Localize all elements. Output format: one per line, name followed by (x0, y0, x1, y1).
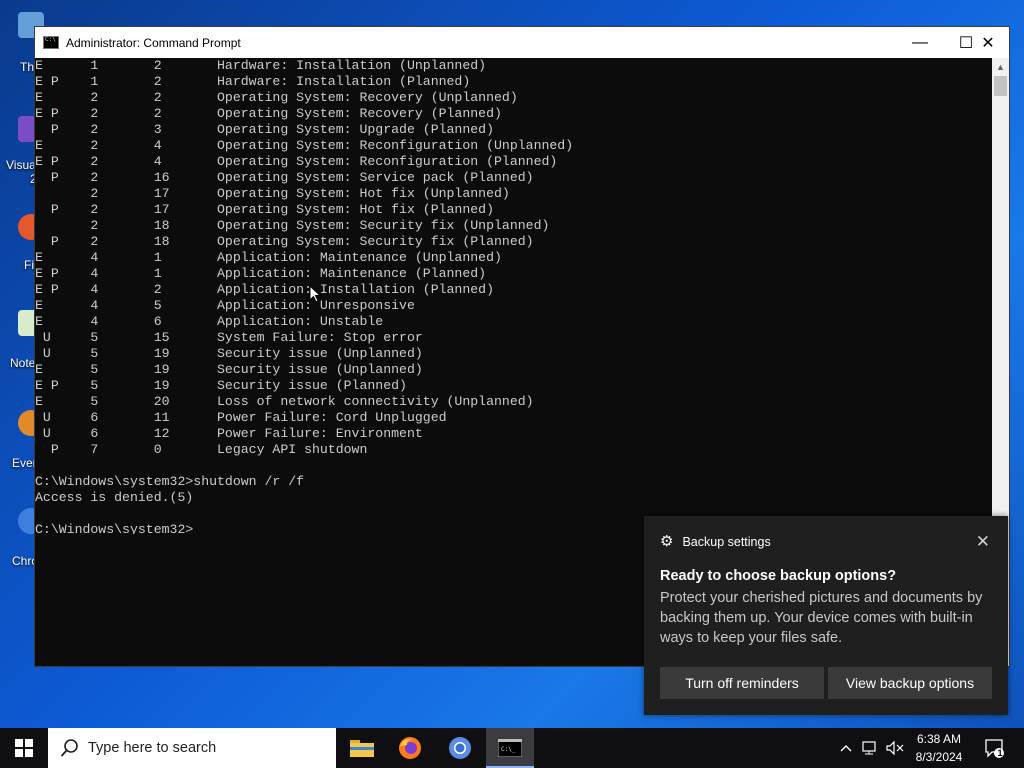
notification-badge: 1 (997, 748, 1003, 758)
backup-notification-toast[interactable]: ⚙ Backup settings ✕ Ready to choose back… (644, 516, 1008, 715)
search-placeholder: Type here to search (88, 740, 217, 756)
taskbar-chromium[interactable] (436, 728, 484, 768)
console-line: E P 2 4 Operating System: Reconfiguratio… (35, 154, 558, 169)
console-line: 2 18 Operating System: Security fix (Unp… (35, 218, 550, 233)
command-prompt-icon: C:\_ (498, 739, 522, 757)
action-center-button[interactable]: 1 (980, 728, 1008, 768)
console-line: E P 4 1 Application: Maintenance (Planne… (35, 266, 487, 281)
console-line: E 4 1 Application: Maintenance (Unplanne… (35, 250, 502, 265)
console-line: E 1 2 Hardware: Installation (Unplanned) (35, 58, 487, 73)
console-line: P 7 0 Legacy API shutdown (35, 442, 368, 457)
scrollbar-thumb[interactable] (994, 76, 1007, 96)
view-backup-options-button[interactable]: View backup options (828, 667, 992, 699)
toast-app-name: Backup settings (682, 535, 771, 549)
taskbar-firefox[interactable] (386, 728, 434, 768)
console-line: C:\Windows\system32>shutdown /r /f (35, 474, 305, 489)
window-title: Administrator: Command Prompt (66, 35, 241, 50)
desktop-icon-label: Note (10, 356, 36, 370)
mouse-cursor-icon (309, 285, 321, 303)
console-line: U 6 12 Power Failure: Environment (35, 426, 423, 441)
gear-icon: ⚙ (660, 533, 674, 550)
console-line: P 2 17 Operating System: Hot fix (Planne… (35, 202, 494, 217)
close-button[interactable]: ✕ (965, 27, 1011, 58)
toast-title: Ready to choose backup options? (660, 568, 897, 584)
console-line: 2 17 Operating System: Hot fix (Unplanne… (35, 186, 510, 201)
start-button[interactable] (0, 728, 48, 768)
chevron-up-icon (840, 745, 852, 752)
console-line: U 6 11 Power Failure: Cord Unplugged (35, 410, 447, 425)
network-icon (862, 741, 876, 755)
console-line: E P 1 2 Hardware: Installation (Planned) (35, 74, 471, 89)
taskbar-file-explorer[interactable] (338, 728, 386, 768)
console-line: E 2 4 Operating System: Reconfiguration … (35, 138, 574, 153)
toast-header: ⚙ Backup settings (660, 533, 771, 550)
console-line: Access is denied.(5) (35, 490, 194, 505)
console-line: P 2 16 Operating System: Service pack (P… (35, 170, 534, 185)
command-prompt-icon (43, 36, 59, 49)
console-line: E P 4 2 Application: Installation (Plann… (35, 282, 494, 297)
search-icon (60, 739, 78, 757)
console-line: P 2 3 Operating System: Upgrade (Planned… (35, 122, 494, 137)
taskbar-command-prompt[interactable]: C:\_ (486, 728, 534, 768)
console-line: E 5 19 Security issue (Unplanned) (35, 362, 423, 377)
console-line: E 4 5 Application: Unresponsive (35, 298, 415, 313)
toast-close-button[interactable]: ✕ (976, 532, 990, 552)
network-button[interactable] (860, 728, 882, 768)
file-explorer-icon (350, 740, 374, 757)
minimize-button[interactable]: — (897, 27, 943, 58)
console-line: U 5 15 System Failure: Stop error (35, 330, 423, 345)
console-line: E 4 6 Application: Unstable (35, 314, 384, 329)
console-line: P 2 18 Operating System: Security fix (P… (35, 234, 534, 249)
chromium-icon (449, 737, 471, 759)
desktop-icon-label: Ever (12, 456, 37, 470)
desktop-icon-label: Fi (24, 258, 34, 272)
clock-date: 8/3/2024 (915, 750, 963, 764)
scroll-up-arrow-icon[interactable]: ▲ (992, 60, 1009, 74)
desktop-icon-label: Th (20, 60, 35, 74)
toast-body: Protect your cherished pictures and docu… (660, 590, 983, 646)
turn-off-reminders-button[interactable]: Turn off reminders (660, 667, 824, 699)
desktop-icon-label: Visua (6, 158, 36, 172)
volume-muted-icon (886, 741, 904, 755)
taskbar-search-box[interactable]: Type here to search (48, 728, 336, 768)
console-line: E 2 2 Operating System: Recovery (Unplan… (35, 90, 518, 105)
console-output[interactable]: E 1 2 Hardware: Installation (Unplanned)… (35, 58, 993, 534)
console-line: U 5 19 Security issue (Unplanned) (35, 346, 423, 361)
firefox-icon (399, 737, 421, 759)
clock-time: 6:38 AM (916, 732, 962, 746)
volume-button[interactable] (884, 728, 906, 768)
console-line: E P 5 19 Security issue (Planned) (35, 378, 407, 393)
window-titlebar[interactable]: Administrator: Command Prompt — ☐ ✕ (35, 27, 1009, 58)
show-hidden-icons-button[interactable] (836, 728, 856, 768)
svg-text:C:\_: C:\_ (501, 746, 516, 753)
taskbar: Type here to search C:\_ 6:38 AM 8/3/202… (0, 728, 1024, 768)
windows-logo-icon (15, 739, 33, 757)
console-line: E 5 20 Loss of network connectivity (Unp… (35, 394, 534, 409)
taskbar-clock[interactable]: 6:38 AM 8/3/2024 (906, 730, 972, 766)
console-line: E P 2 2 Operating System: Recovery (Plan… (35, 106, 502, 121)
